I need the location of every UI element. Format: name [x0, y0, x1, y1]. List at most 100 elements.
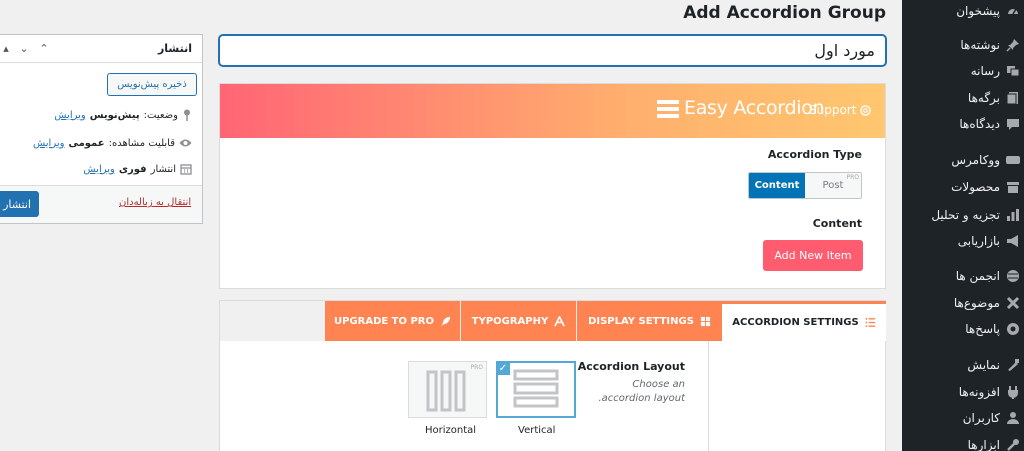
content-label: Content — [812, 217, 862, 230]
easy-accordion-logo-icon — [657, 100, 679, 122]
post-title-input[interactable] — [219, 35, 886, 66]
publish-box-title: انتشار — [157, 42, 192, 55]
layout-name-horizontal: Horizontal — [425, 425, 477, 436]
sidebar-item-forums[interactable]: انجمن ها — [902, 263, 1024, 289]
layout-option-horizontal[interactable]: PRO — [408, 361, 487, 418]
tab-label: TYPOGRAPHY — [471, 315, 549, 327]
sidebar-item-media[interactable]: رسانه — [902, 58, 1024, 84]
sidebar-item-label: ووکامرس — [951, 153, 1000, 167]
type-option-post[interactable]: Post PRO — [805, 173, 861, 198]
archive-icon — [1006, 180, 1020, 194]
admin-sidebar: پیشخوان نوشته‌ها رسانه برگه‌ها دیدگاه‌ها… — [902, 0, 1024, 451]
plugin-icon — [1006, 385, 1020, 399]
accordion-type-label: Accordion Type — [767, 148, 862, 161]
users-icon — [1006, 411, 1020, 425]
font-icon — [554, 315, 566, 327]
chevron-down-icon[interactable]: ⌄ — [17, 41, 31, 55]
sidebar-item-label: ابزارها — [967, 438, 1000, 451]
comment-icon — [1006, 117, 1020, 131]
woocommerce-icon — [1006, 153, 1020, 167]
sidebar-item-label: انجمن ها — [955, 269, 1000, 283]
pro-badge: PRO — [846, 174, 859, 181]
chart-icon — [1006, 208, 1020, 222]
sidebar-item-analytics[interactable]: تجزیه و تحلیل — [902, 202, 1024, 228]
list-icon — [865, 317, 876, 328]
type-option-label: Post — [822, 180, 844, 191]
dashboard-icon — [1006, 4, 1020, 18]
publish-box-header: ▴ ⌄ ⌃ انتشار — [0, 35, 202, 63]
sidebar-item-appearance[interactable]: نمایش — [902, 352, 1024, 378]
tools-icon — [1006, 438, 1020, 451]
easy-accordion-brand: Easy Accordion — [684, 97, 825, 119]
accordion-layout-help: Choose an accordion layout. — [598, 379, 685, 404]
sidebar-item-label: نوشته‌ها — [960, 38, 1000, 52]
visibility-value: عمومی — [68, 137, 105, 149]
pin-icon — [1006, 38, 1020, 52]
megaphone-icon — [1006, 234, 1020, 248]
sidebar-item-tools[interactable]: ابزارها — [902, 432, 1024, 451]
forum-icon — [1006, 269, 1020, 283]
accordion-layout-label: Accordion Layout — [577, 360, 685, 373]
publish-time-row: انتشار فوری ویرایش — [83, 161, 192, 177]
sidebar-item-comments[interactable]: دیدگاه‌ها — [902, 111, 1024, 137]
tab-label: ACCORDION SETTINGS — [732, 317, 859, 328]
edit-publish-time-link[interactable]: ویرایش — [83, 164, 114, 175]
sidebar-item-label: پاسخ‌ها — [965, 322, 1000, 336]
sidebar-item-label: دیدگاه‌ها — [959, 117, 1000, 131]
sidebar-item-label: موضوع‌ها — [953, 296, 1000, 310]
move-to-trash-link[interactable]: انتقال به زباله‌دان — [119, 197, 191, 208]
sidebar-item-label: برگه‌ها — [967, 91, 1000, 105]
edit-visibility-link[interactable]: ویرایش — [33, 138, 64, 149]
tab-typography[interactable]: TYPOGRAPHY — [461, 301, 576, 341]
type-option-content[interactable]: Content — [749, 173, 805, 198]
sidebar-item-label: نمایش — [967, 358, 1000, 372]
tab-display-settings[interactable]: DISPLAY SETTINGS — [577, 301, 722, 341]
sidebar-item-label: محصولات — [951, 180, 1000, 194]
save-draft-button[interactable]: ذخیره پیش‌نویس — [107, 73, 197, 96]
sidebar-item-users[interactable]: کاربران — [902, 405, 1024, 431]
sidebar-item-woocommerce[interactable]: ووکامرس — [902, 147, 1024, 173]
publish-box: ▴ ⌄ ⌃ انتشار ذخیره پیش‌نویس وضعیت: پیش‌ن… — [0, 34, 203, 224]
status-value: پیش‌نویس — [89, 109, 140, 121]
status-label: وضعیت: — [143, 109, 178, 121]
sidebar-item-posts[interactable]: نوشته‌ها — [902, 32, 1024, 58]
tab-upgrade-to-pro[interactable]: UPGRADE TO PRO — [325, 301, 460, 341]
toggle-panel-icon[interactable]: ▴ — [0, 41, 13, 55]
appearance-icon — [1006, 358, 1020, 372]
chevron-up-icon[interactable]: ⌃ — [37, 41, 51, 55]
sidebar-item-topics[interactable]: موضوع‌ها — [902, 290, 1024, 316]
publish-button[interactable]: انتشار — [0, 191, 39, 217]
sidebar-item-label: کاربران — [962, 411, 1000, 425]
sidebar-item-replies[interactable]: پاسخ‌ها — [902, 316, 1024, 342]
pin-icon — [182, 109, 192, 121]
layout-option-vertical[interactable]: ✓ — [496, 361, 576, 418]
sidebar-item-dashboard[interactable]: پیشخوان — [902, 0, 1024, 24]
lifebuoy-icon — [860, 104, 872, 116]
add-new-item-button[interactable]: Add New Item — [763, 240, 863, 271]
sidebar-item-products[interactable]: محصولات — [902, 174, 1024, 200]
accordion-type-toggle: Content Post PRO — [748, 172, 862, 199]
grid-icon — [700, 316, 711, 327]
settings-divider — [708, 341, 709, 451]
sidebar-item-marketing[interactable]: بازاریابی — [902, 228, 1024, 254]
pro-badge: PRO — [470, 364, 483, 371]
type-option-label: Content — [754, 180, 800, 191]
tab-accordion-settings[interactable]: ACCORDION SETTINGS — [722, 301, 886, 341]
tab-label: DISPLAY SETTINGS — [588, 315, 694, 327]
settings-tab-bar: UPGRADE TO PRO TYPOGRAPHY DISPLAY SETTIN… — [220, 301, 886, 341]
visibility-label: قابلیت مشاهده: — [108, 137, 175, 149]
easy-accordion-header: Easy Accordion Support — [220, 84, 885, 138]
edit-status-link[interactable]: ویرایش — [54, 110, 85, 121]
reply-icon — [1006, 322, 1020, 336]
sidebar-item-label: افزونه‌ها — [958, 385, 1000, 399]
support-link[interactable]: Support — [809, 103, 872, 117]
visibility-row: قابلیت مشاهده: عمومی ویرایش — [33, 135, 192, 151]
sidebar-item-plugins[interactable]: افزونه‌ها — [902, 379, 1024, 405]
support-label: Support — [809, 103, 857, 117]
sidebar-item-pages[interactable]: برگه‌ها — [902, 85, 1024, 111]
checkmark-icon: ✓ — [496, 361, 510, 375]
status-row: وضعیت: پیش‌نویس ویرایش — [54, 107, 192, 123]
eye-icon — [179, 138, 192, 148]
publish-time-label: انتشار — [150, 163, 176, 175]
calendar-icon — [180, 163, 192, 175]
